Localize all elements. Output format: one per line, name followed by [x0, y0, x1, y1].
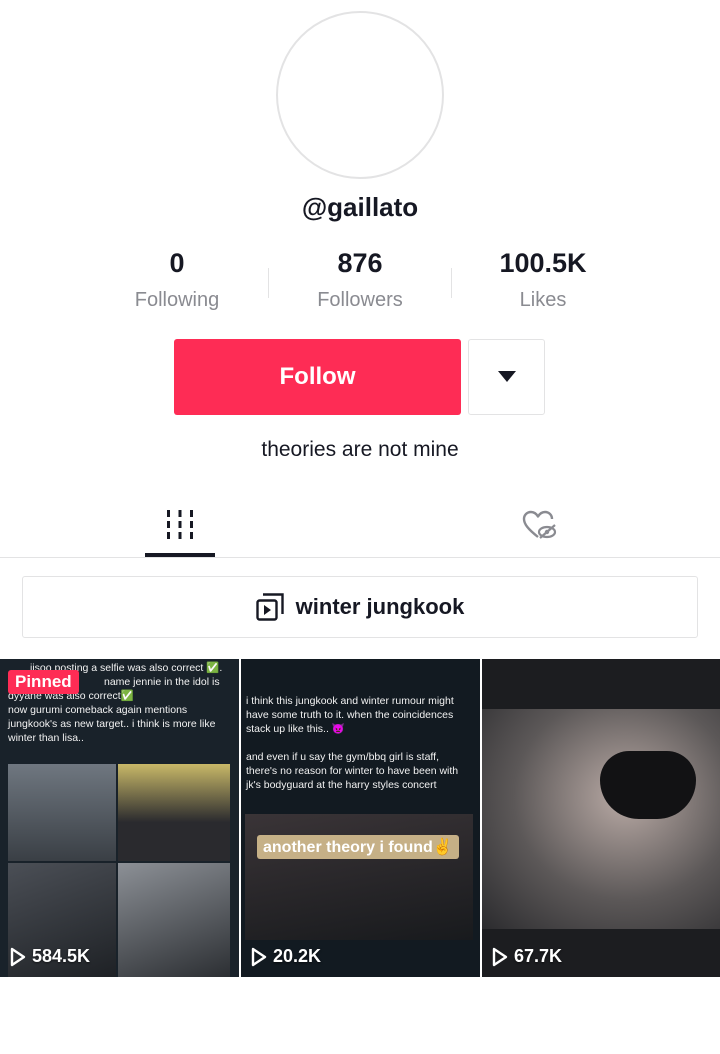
followers-label: Followers — [317, 289, 403, 311]
avatar[interactable] — [276, 11, 444, 179]
video-caption: i think this jungkook and winter rumour … — [246, 695, 459, 791]
face-mask-shape — [600, 751, 696, 819]
following-count: 0 — [169, 248, 185, 278]
view-count: 67.7K — [492, 946, 562, 967]
likes-count: 100.5K — [499, 248, 587, 278]
tabs-divider — [0, 557, 720, 558]
video-thumbnail[interactable]: jisoo posting a selfie was also correct … — [0, 659, 239, 977]
likes-label: Likes — [519, 289, 567, 311]
caret-down-icon — [497, 371, 516, 382]
tab-videos[interactable] — [145, 495, 215, 555]
overlay-text: another theory i found✌️ — [257, 835, 459, 859]
play-icon — [251, 947, 267, 966]
video-frame-image — [245, 814, 473, 940]
username: @gaillato — [301, 192, 419, 222]
video-frame-image — [118, 764, 230, 861]
stat-followers[interactable]: 876 Followers — [260, 248, 460, 312]
play-icon — [492, 947, 508, 966]
video-frame-image — [118, 863, 230, 977]
liked-private-icon — [522, 510, 557, 539]
follow-button[interactable]: Follow — [174, 339, 461, 415]
video-frame-image — [8, 764, 116, 861]
following-label: Following — [134, 289, 220, 311]
pinned-badge: Pinned — [8, 670, 79, 694]
playlist-label: winter jungkook — [295, 594, 465, 619]
video-thumbnail[interactable]: 67.7K — [482, 659, 720, 977]
followers-count: 876 — [337, 248, 383, 278]
bio: theories are not mine — [261, 438, 459, 461]
view-count: 20.2K — [251, 946, 321, 967]
playlist-button[interactable]: winter jungkook — [22, 576, 698, 638]
videos-grid-icon — [167, 510, 193, 539]
video-thumbnail[interactable]: i think this jungkook and winter rumour … — [241, 659, 480, 977]
view-count: 584.5K — [10, 946, 90, 967]
play-icon — [10, 947, 26, 966]
playlist-icon — [255, 593, 284, 621]
more-options-button[interactable] — [468, 339, 545, 415]
video-grid: jisoo posting a selfie was also correct … — [0, 659, 720, 977]
tab-liked[interactable] — [505, 495, 575, 555]
stat-following[interactable]: 0 Following — [77, 248, 277, 312]
video-frame-image — [482, 709, 720, 929]
stat-likes[interactable]: 100.5K Likes — [443, 248, 643, 312]
